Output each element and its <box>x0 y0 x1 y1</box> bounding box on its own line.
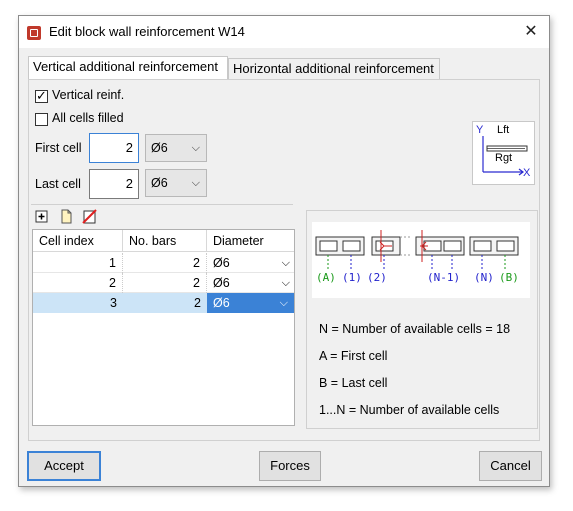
axis-diagram: Y Lft Rgt X <box>472 121 535 185</box>
axis-bottom-label: Rgt <box>495 152 513 164</box>
vertical-reinf-label: Vertical reinf. <box>52 88 125 102</box>
label-a: (A) <box>316 271 336 284</box>
label-n: (N) <box>474 271 494 284</box>
chevron-down-icon: ⌵ <box>191 177 200 189</box>
label-n-minus-1: (N-1) <box>427 271 461 284</box>
cell-bars[interactable]: 2 <box>123 253 207 273</box>
axis-x-label: X <box>523 167 531 179</box>
forces-button[interactable]: Forces <box>259 451 321 481</box>
cancel-button[interactable]: Cancel <box>479 451 542 481</box>
legend-a: A = First cell <box>319 349 388 363</box>
chevron-down-icon: ⌵ <box>281 257 290 269</box>
column-header-cell-index[interactable]: Cell index <box>33 230 123 252</box>
diagram-panel: (A) (1) (2) (N-1) (N) (B) N = Number of … <box>306 210 538 429</box>
legend-range: 1...N = Number of available cells <box>319 403 500 417</box>
cell-diameter-select[interactable]: Ø6 ⌵ <box>207 293 294 313</box>
table-row[interactable]: 1 2 Ø6 ⌵ <box>33 253 294 273</box>
delete-row-icon[interactable] <box>82 209 98 225</box>
first-cell-diameter-select[interactable]: Ø6 ⌵ <box>145 134 207 162</box>
title-bar: Edit block wall reinforcement W14 ✕ <box>19 16 549 48</box>
tab-vertical-reinforcement[interactable]: Vertical additional reinforcement <box>28 56 228 80</box>
chevron-down-icon: ⌵ <box>281 277 290 289</box>
first-cell-input[interactable]: 2 <box>89 133 139 163</box>
column-header-diameter[interactable]: Diameter <box>207 230 294 252</box>
add-row-icon[interactable] <box>35 210 49 224</box>
label-b: (B) <box>499 271 519 284</box>
last-cell-input[interactable]: 2 <box>89 169 139 199</box>
copy-row-icon[interactable] <box>59 209 75 225</box>
vertical-reinf-checkbox[interactable] <box>35 88 48 104</box>
cell-index: 1 <box>33 253 123 273</box>
chevron-down-icon: ⌵ <box>279 297 288 309</box>
legend-n: N = Number of available cells = 18 <box>319 322 511 336</box>
close-icon[interactable]: ✕ <box>519 20 543 44</box>
app-icon <box>27 26 41 40</box>
first-cell-diameter-value: Ø6 <box>151 141 168 155</box>
cell-bars[interactable]: 2 <box>123 293 207 313</box>
cell-diagram: (A) (1) (2) (N-1) (N) (B) <box>312 222 530 298</box>
table-row[interactable]: 2 2 Ø6 ⌵ <box>33 273 294 293</box>
axis-top-label: Lft <box>497 124 510 136</box>
block-cells-icon <box>315 230 519 270</box>
last-cell-diameter-select[interactable]: Ø6 ⌵ <box>145 169 207 197</box>
last-cell-diameter-value: Ø6 <box>151 176 168 190</box>
accept-button[interactable]: Accept <box>27 451 101 481</box>
cell-diameter-select[interactable]: Ø6 ⌵ <box>207 273 294 293</box>
tab-horizontal-reinforcement[interactable]: Horizontal additional reinforcement <box>228 58 440 80</box>
cell-bars[interactable]: 2 <box>123 273 207 293</box>
cell-diameter-select[interactable]: Ø6 ⌵ <box>207 253 294 273</box>
cell-diameter: Ø6 <box>213 296 230 310</box>
legend-b: B = Last cell <box>319 376 388 390</box>
window-title: Edit block wall reinforcement W14 <box>49 24 245 39</box>
last-cell-label: Last cell <box>35 177 81 191</box>
cell-diameter: Ø6 <box>213 256 230 270</box>
cell-index: 2 <box>33 273 123 293</box>
dialog-window: Edit block wall reinforcement W14 ✕ Vert… <box>18 15 550 487</box>
label-2: (2) <box>367 271 387 284</box>
column-header-no-bars[interactable]: No. bars <box>123 230 207 252</box>
cell-index: 3 <box>110 296 117 310</box>
cell-diameter: Ø6 <box>213 276 230 290</box>
all-cells-filled-checkbox[interactable] <box>35 113 48 126</box>
first-cell-label: First cell <box>35 141 82 155</box>
divider <box>31 204 293 205</box>
label-1: (1) <box>342 271 362 284</box>
table-row-selected[interactable]: 3 2 Ø6 ⌵ <box>33 293 294 313</box>
reinforcement-table: Cell index No. bars Diameter 1 2 Ø6 ⌵ 2 … <box>32 229 295 426</box>
all-cells-filled-label: All cells filled <box>52 111 124 125</box>
chevron-down-icon: ⌵ <box>191 142 200 154</box>
axis-y-label: Y <box>476 124 484 136</box>
